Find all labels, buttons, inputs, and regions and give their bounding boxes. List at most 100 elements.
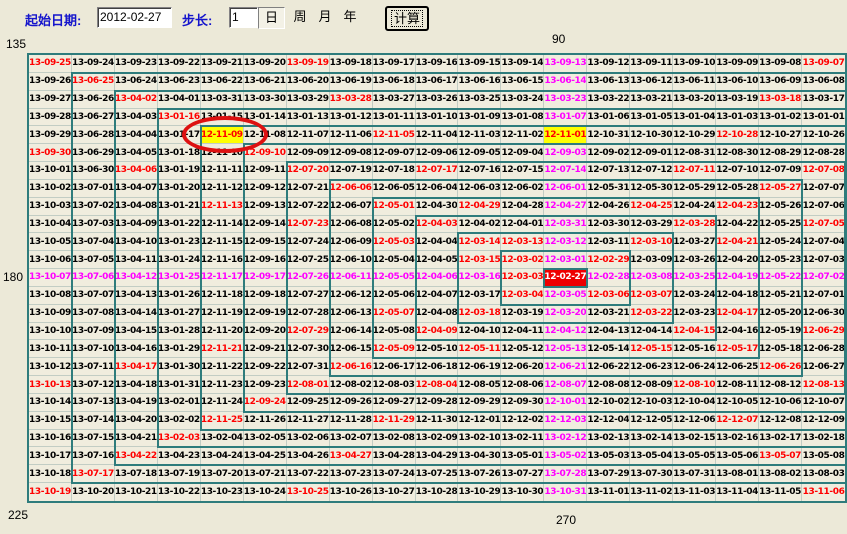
date-cell[interactable]: 12-08-12 (759, 376, 802, 394)
date-cell[interactable]: 13-06-11 (673, 73, 716, 91)
date-cell[interactable]: 12-11-27 (287, 412, 330, 430)
date-cell[interactable]: 12-06-15 (330, 340, 373, 358)
date-cell[interactable]: 13-07-07 (72, 287, 115, 305)
date-cell[interactable]: 12-04-24 (673, 198, 716, 216)
date-cell[interactable]: 13-05-04 (630, 447, 673, 465)
date-cell[interactable]: 12-07-23 (287, 216, 330, 234)
date-cell[interactable]: 12-07-10 (716, 162, 759, 180)
date-cell[interactable]: 13-02-02 (158, 412, 201, 430)
date-cell[interactable]: 13-02-13 (587, 430, 630, 448)
date-cell[interactable]: 13-01-22 (158, 216, 201, 234)
date-cell[interactable]: 12-07-26 (287, 269, 330, 287)
date-cell[interactable]: 12-04-03 (416, 216, 459, 234)
date-cell[interactable]: 12-08-10 (673, 376, 716, 394)
date-cell[interactable]: 12-06-09 (330, 233, 373, 251)
date-cell[interactable]: 13-07-25 (416, 465, 459, 483)
date-cell[interactable]: 12-03-14 (458, 233, 501, 251)
date-cell[interactable]: 12-06-14 (330, 323, 373, 341)
date-cell[interactable]: 13-10-11 (29, 340, 72, 358)
date-cell[interactable]: 12-04-13 (587, 323, 630, 341)
date-cell[interactable]: 13-02-17 (759, 430, 802, 448)
date-cell[interactable]: 12-02-29 (587, 251, 630, 269)
date-cell[interactable]: 13-01-17 (158, 126, 201, 144)
date-cell[interactable]: 12-04-21 (716, 233, 759, 251)
date-cell[interactable]: 12-12-04 (587, 412, 630, 430)
date-cell[interactable]: 13-10-08 (29, 287, 72, 305)
date-cell[interactable]: 13-05-02 (544, 447, 587, 465)
date-cell[interactable]: 13-06-10 (716, 73, 759, 91)
date-cell[interactable]: 13-07-08 (72, 305, 115, 323)
date-cell[interactable]: 13-01-27 (158, 305, 201, 323)
date-cell[interactable]: 12-06-02 (501, 180, 544, 198)
date-cell[interactable]: 12-04-25 (630, 198, 673, 216)
date-cell[interactable]: 12-04-02 (458, 216, 501, 234)
date-cell[interactable]: 13-04-16 (115, 340, 158, 358)
date-cell[interactable]: 12-10-29 (673, 126, 716, 144)
date-cell[interactable]: 12-03-05 (544, 287, 587, 305)
date-cell[interactable]: 13-07-26 (458, 465, 501, 483)
date-cell[interactable]: 12-11-09 (201, 126, 244, 144)
date-cell[interactable]: 13-07-06 (72, 269, 115, 287)
date-cell[interactable]: 12-05-04 (373, 251, 416, 269)
date-cell[interactable]: 12-03-19 (501, 305, 544, 323)
date-cell[interactable]: 12-03-31 (544, 216, 587, 234)
date-cell[interactable]: 13-10-22 (158, 483, 201, 501)
date-cell[interactable]: 12-09-06 (416, 144, 459, 162)
date-cell[interactable]: 12-06-03 (458, 180, 501, 198)
date-cell[interactable]: 13-05-05 (673, 447, 716, 465)
date-cell[interactable]: 13-06-12 (630, 73, 673, 91)
date-cell[interactable]: 12-04-01 (501, 216, 544, 234)
date-cell[interactable]: 12-03-03 (501, 269, 544, 287)
date-cell[interactable]: 13-09-24 (72, 55, 115, 73)
date-cell[interactable]: 13-06-18 (373, 73, 416, 91)
date-cell[interactable]: 12-06-01 (544, 180, 587, 198)
date-cell[interactable]: 13-04-09 (115, 216, 158, 234)
date-cell[interactable]: 12-09-16 (244, 251, 287, 269)
date-cell[interactable]: 13-10-21 (115, 483, 158, 501)
date-cell[interactable]: 13-03-29 (287, 91, 330, 109)
date-cell[interactable]: 12-03-21 (587, 305, 630, 323)
date-cell[interactable]: 12-03-23 (673, 305, 716, 323)
date-cell[interactable]: 13-01-11 (373, 109, 416, 127)
date-cell[interactable]: 13-04-26 (287, 447, 330, 465)
date-cell[interactable]: 13-07-23 (330, 465, 373, 483)
date-cell[interactable]: 13-09-21 (201, 55, 244, 73)
date-cell[interactable]: 12-12-06 (673, 412, 716, 430)
date-cell[interactable]: 12-08-08 (587, 376, 630, 394)
date-cell[interactable]: 12-04-20 (716, 251, 759, 269)
unit-week-button[interactable]: 周 (291, 7, 309, 29)
date-cell[interactable]: 13-06-26 (72, 91, 115, 109)
date-cell[interactable]: 13-03-17 (802, 91, 845, 109)
date-cell[interactable]: 13-06-30 (72, 162, 115, 180)
date-cell[interactable]: 13-01-03 (716, 109, 759, 127)
date-cell[interactable]: 12-04-08 (416, 305, 459, 323)
date-cell[interactable]: 13-04-23 (158, 447, 201, 465)
date-cell[interactable]: 12-06-05 (373, 180, 416, 198)
date-cell[interactable]: 12-05-15 (630, 340, 673, 358)
date-cell[interactable]: 12-07-22 (287, 198, 330, 216)
date-cell[interactable]: 12-04-05 (416, 251, 459, 269)
date-cell[interactable]: 13-03-28 (330, 91, 373, 109)
date-cell[interactable]: 13-09-29 (29, 126, 72, 144)
date-cell[interactable]: 12-08-02 (330, 376, 373, 394)
date-cell[interactable]: 12-10-06 (759, 394, 802, 412)
date-cell[interactable]: 12-07-18 (373, 162, 416, 180)
date-cell[interactable]: 12-11-08 (244, 126, 287, 144)
date-cell[interactable]: 13-10-15 (29, 412, 72, 430)
date-cell[interactable]: 13-03-27 (373, 91, 416, 109)
date-cell[interactable]: 12-12-02 (501, 412, 544, 430)
date-cell[interactable]: 12-10-05 (716, 394, 759, 412)
date-cell[interactable]: 12-07-02 (802, 269, 845, 287)
date-cell[interactable]: 12-03-04 (501, 287, 544, 305)
date-cell[interactable]: 13-07-16 (72, 447, 115, 465)
date-cell[interactable]: 12-08-04 (416, 376, 459, 394)
date-cell[interactable]: 13-11-02 (630, 483, 673, 501)
date-cell[interactable]: 12-12-05 (630, 412, 673, 430)
date-cell[interactable]: 13-07-09 (72, 323, 115, 341)
date-cell[interactable]: 13-04-28 (373, 447, 416, 465)
date-cell[interactable]: 13-07-13 (72, 394, 115, 412)
date-cell[interactable]: 12-05-23 (759, 251, 802, 269)
date-cell[interactable]: 12-05-14 (587, 340, 630, 358)
date-cell[interactable]: 12-07-01 (802, 287, 845, 305)
date-cell[interactable]: 13-06-21 (244, 73, 287, 91)
